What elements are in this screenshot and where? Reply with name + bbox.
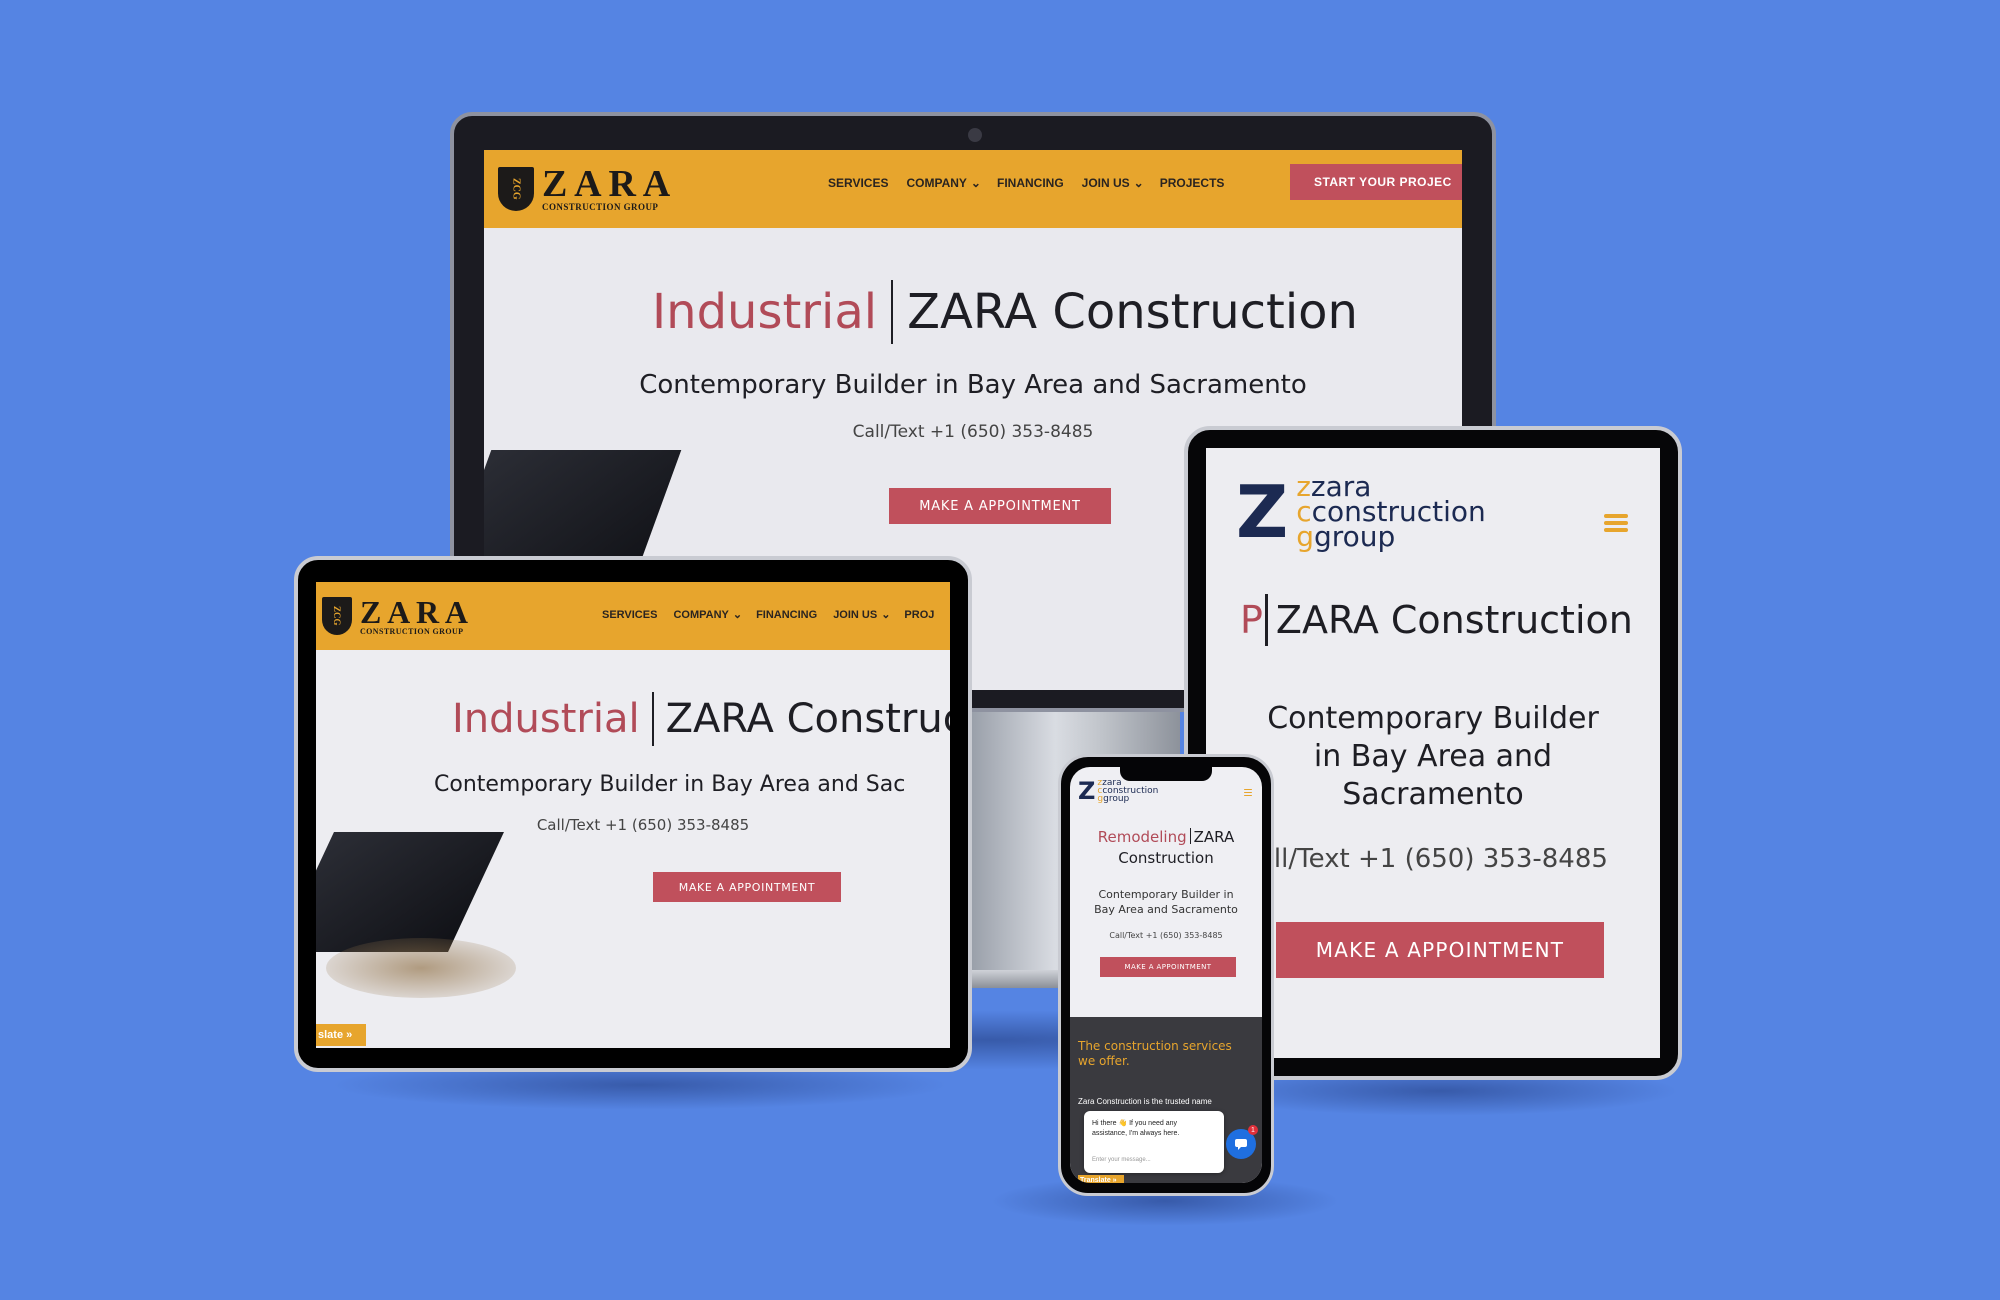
hero-subtitle: Contemporary Builder in Bay Area and Sac xyxy=(434,772,906,797)
title-divider xyxy=(1264,594,1268,646)
hero-phone[interactable]: Call/Text +1 (650) 353-8485 xyxy=(316,816,950,834)
hero-subtitle: Contemporary Builder in Bay Area and Sac… xyxy=(1206,700,1660,814)
hero-accent-word: Remodeling xyxy=(1097,828,1187,846)
dirt-cloud-image xyxy=(326,938,516,998)
hero-title-text: Construction xyxy=(1118,849,1214,867)
chevron-down-icon[interactable]: ⌄ xyxy=(881,608,890,621)
logo-subtitle: CONSTRUCTION GROUP xyxy=(542,202,659,213)
translate-button[interactable]: Translate » xyxy=(1078,1175,1124,1183)
nav-join-us[interactable]: JOIN US xyxy=(1082,176,1130,190)
logo-shield-icon: ZCG xyxy=(498,166,534,211)
hero-accent-word: P xyxy=(1240,598,1263,642)
subtitle-line: Contemporary Builder in xyxy=(1098,888,1234,901)
logo-line-3: group xyxy=(1103,794,1130,805)
main-nav: SERVICES COMPANY ⌄ FINANCING JOIN US ⌄ PRO… xyxy=(828,176,1224,190)
appointment-button[interactable]: MAKE A APPOINTMENT xyxy=(653,872,841,902)
chat-popup[interactable]: Hi there 👋 If you need any assistance, I… xyxy=(1084,1111,1224,1173)
chevron-down-icon[interactable]: ⌄ xyxy=(1134,176,1144,190)
hamburger-menu-icon[interactable] xyxy=(1244,789,1252,796)
zara-logo[interactable]: ZCG ZARA CONSTRUCTION GROUP xyxy=(322,596,474,637)
z-logo-icon: Z xyxy=(1078,777,1096,806)
hero-subtitle: Contemporary Builder in Bay Area and Sac… xyxy=(1070,887,1262,917)
tablet-screen: ZCG ZARA CONSTRUCTION GROUP SERVICES COM… xyxy=(316,582,950,1048)
zara-alt-logo[interactable]: Z zzara cconstruction ggroup xyxy=(1236,469,1486,554)
site-header: ZCG ZARA CONSTRUCTION GROUP SERVICES COM… xyxy=(484,150,1462,228)
zara-logo[interactable]: ZCG ZARA CONSTRUCTION GROUP xyxy=(498,165,677,213)
hero-title: Remodeling ZARA Construction xyxy=(1070,827,1262,869)
hamburger-menu-icon[interactable] xyxy=(1604,514,1628,532)
hero-subtitle: Contemporary Builder in Bay Area and Sac… xyxy=(639,370,1307,400)
nav-financing[interactable]: FINANCING xyxy=(756,609,817,621)
nav-services[interactable]: SERVICES xyxy=(602,609,657,621)
subtitle-line: Sacramento xyxy=(1342,777,1524,812)
z-logo-icon: Z xyxy=(1236,469,1289,554)
main-nav: SERVICES COMPANY ⌄ FINANCING JOIN US ⌄ PRO… xyxy=(602,608,934,622)
logo-subtitle: CONSTRUCTION GROUP xyxy=(360,626,464,636)
nav-services[interactable]: SERVICES xyxy=(828,176,888,190)
hero-accent-word: Industrial xyxy=(452,696,640,742)
landscape-tablet: ZCG ZARA CONSTRUCTION GROUP SERVICES COM… xyxy=(294,556,972,1072)
nav-company[interactable]: COMPANY xyxy=(673,609,728,621)
hero-accent-word: Industrial xyxy=(652,284,878,340)
chat-input[interactable]: Enter your message... xyxy=(1092,1157,1151,1163)
hero-phone[interactable]: Call/Text +1 (650) 353-8485 xyxy=(1070,931,1262,940)
nav-projects[interactable]: PROJ xyxy=(904,609,934,621)
services-heading: The construction services we offer. xyxy=(1078,1039,1232,1068)
phone-screen: Z zzara cconstruction ggroup Remodeling Z… xyxy=(1070,767,1262,1183)
chat-unread-badge: 1 xyxy=(1248,1125,1258,1135)
chevron-down-icon[interactable]: ⌄ xyxy=(971,176,981,190)
title-divider xyxy=(891,280,894,344)
subtitle-line: Bay Area and Sacramento xyxy=(1094,903,1238,916)
hero-title: P ZARA Construction xyxy=(1240,594,1633,646)
title-divider xyxy=(651,692,654,746)
start-project-button[interactable]: START YOUR PROJEC xyxy=(1290,164,1462,200)
hero-title-text: ZARA Construction xyxy=(1275,598,1633,642)
logo-wordmark: ZARA xyxy=(542,163,678,206)
tablet-screen: Z zzara cconstruction ggroup P ZARA Cons… xyxy=(1206,448,1660,1058)
logo-line-3: group xyxy=(1314,520,1396,554)
logo-shield-icon: ZCG xyxy=(322,596,352,635)
chevron-down-icon[interactable]: ⌄ xyxy=(733,608,742,621)
site-header: ZCG ZARA CONSTRUCTION GROUP SERVICES COM… xyxy=(316,582,950,650)
excavator-bucket-image xyxy=(316,832,504,952)
nav-financing[interactable]: FINANCING xyxy=(997,176,1064,190)
appointment-button[interactable]: MAKE A APPOINTMENT xyxy=(1100,957,1236,977)
hero-phone[interactable]: all/Text +1 (650) 353-8485 xyxy=(1258,844,1608,874)
logo-wordmark: ZARA xyxy=(360,593,474,630)
hero-title-text: ZARA Construction xyxy=(907,284,1358,340)
title-divider xyxy=(1189,828,1191,844)
hero-title: Industrial ZARA Construc xyxy=(452,692,950,746)
nav-join-us[interactable]: JOIN US xyxy=(833,609,877,621)
translate-button[interactable]: slate » xyxy=(316,1024,366,1046)
hero-title: Industrial ZARA Construction xyxy=(652,280,1358,344)
subtitle-line: Contemporary Builder xyxy=(1267,701,1599,736)
smartphone: Z zzara cconstruction ggroup Remodeling Z… xyxy=(1058,754,1274,1196)
hero-title-text: ZARA xyxy=(1193,828,1235,846)
hero-title-text: ZARA Construc xyxy=(665,696,950,742)
phone-notch xyxy=(1120,767,1212,781)
chat-message: Hi there 👋 If you need any assistance, I… xyxy=(1092,1120,1180,1137)
subtitle-line: in Bay Area and xyxy=(1313,739,1553,774)
webcam xyxy=(968,128,982,142)
services-text: Zara Construction is the trusted name xyxy=(1078,1097,1212,1106)
appointment-button[interactable]: MAKE A APPOINTMENT xyxy=(1276,922,1604,978)
zara-alt-logo[interactable]: Z zzara cconstruction ggroup xyxy=(1078,777,1158,806)
nav-company[interactable]: COMPANY xyxy=(906,176,966,190)
appointment-button[interactable]: MAKE A APPOINTMENT xyxy=(889,488,1111,524)
nav-projects[interactable]: PROJECTS xyxy=(1160,176,1225,190)
